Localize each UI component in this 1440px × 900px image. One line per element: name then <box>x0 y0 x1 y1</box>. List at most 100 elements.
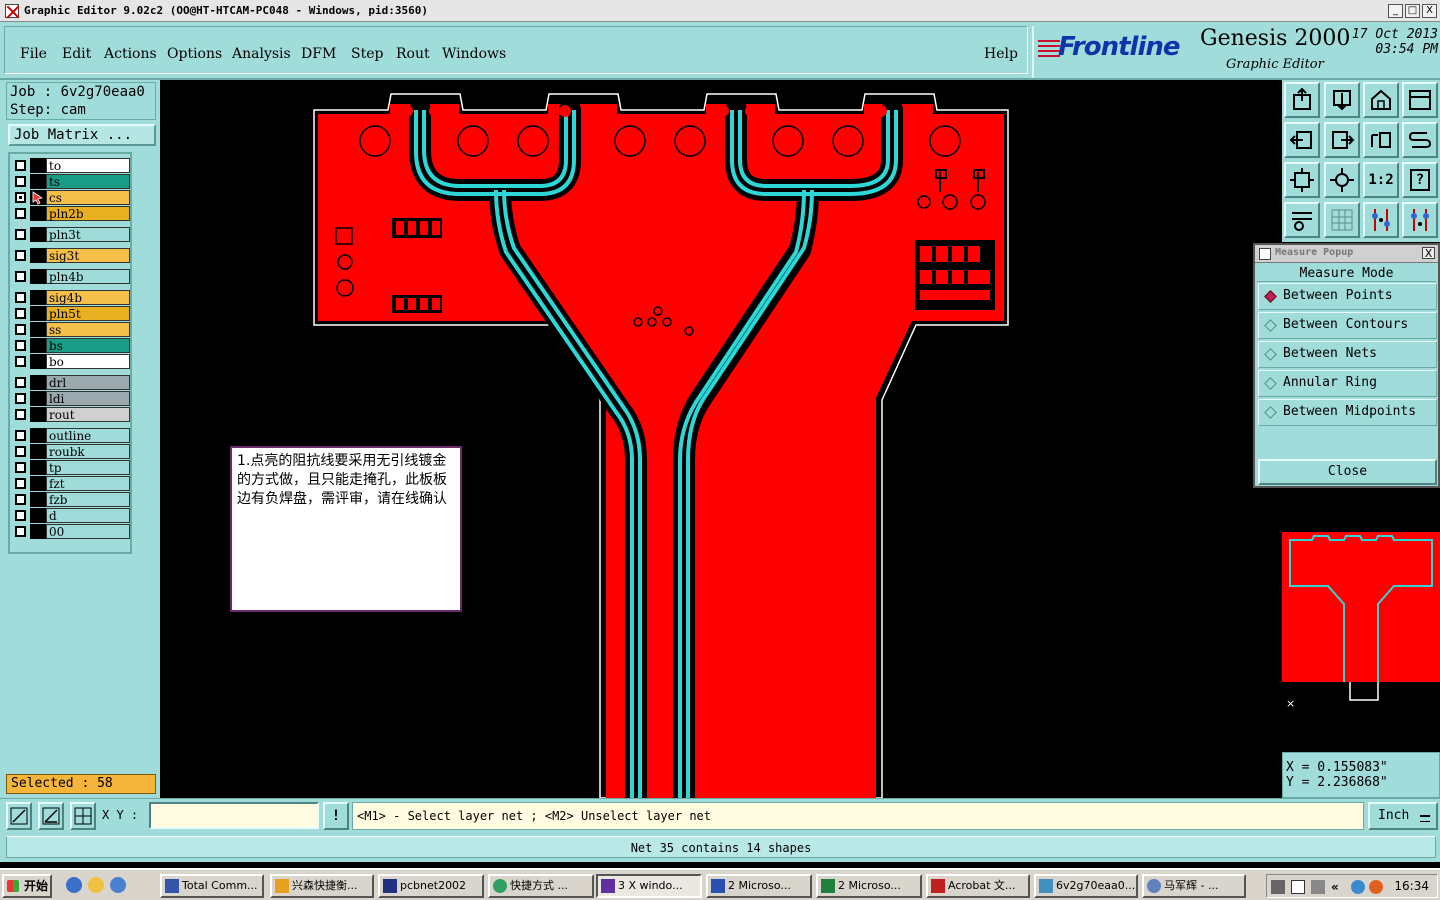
task-word[interactable]: 2 Microso... <box>706 874 812 898</box>
pan-left-tool[interactable] <box>1284 122 1320 158</box>
volume-icon[interactable] <box>1311 880 1325 894</box>
task-total-commander[interactable]: Total Comm... <box>160 874 264 898</box>
layer-checkbox[interactable] <box>15 478 26 489</box>
zoom-center-tool[interactable] <box>1324 162 1360 198</box>
option-between-contours[interactable]: Between Contours <box>1258 312 1437 339</box>
layer-checkbox[interactable] <box>15 446 26 457</box>
menu-actions[interactable]: Actions <box>104 46 157 62</box>
maximize-button[interactable]: □ <box>1405 4 1420 18</box>
task-chat[interactable]: 马军辉 - ... <box>1142 874 1246 898</box>
layer-row-pln5t[interactable]: pln5t <box>12 306 130 321</box>
layer-row-ss[interactable]: ss <box>12 322 130 337</box>
layer-row-rout[interactable]: rout <box>12 407 130 422</box>
layer-checkbox[interactable] <box>15 409 26 420</box>
option-between-nets[interactable]: Between Nets <box>1258 341 1437 368</box>
menu-help[interactable]: Help <box>984 46 1018 62</box>
layer-checkbox[interactable] <box>15 510 26 521</box>
start-button[interactable]: 开始 <box>2 874 52 898</box>
menu-options[interactable]: Options <box>167 46 222 62</box>
layer-row-outline[interactable]: outline <box>12 428 130 443</box>
layer-row-fzt[interactable]: fzt <box>12 476 130 491</box>
zoom-fit-tool[interactable] <box>1284 162 1320 198</box>
help-tool[interactable]: ? <box>1402 162 1438 198</box>
task-acrobat[interactable]: Acrobat 文... <box>926 874 1030 898</box>
zoom-home-tool[interactable] <box>1284 82 1320 118</box>
task-xingsen[interactable]: 兴森快捷衡... <box>270 874 374 898</box>
layer-checkbox[interactable] <box>15 340 26 351</box>
layer-checkbox[interactable] <box>15 229 26 240</box>
network-icon[interactable] <box>1351 880 1365 894</box>
layer-row-bs[interactable]: bs <box>12 338 130 353</box>
layer-checkbox[interactable] <box>15 377 26 388</box>
xy-input[interactable] <box>149 802 319 829</box>
layer-checkbox[interactable] <box>15 192 26 203</box>
help-tray-icon[interactable] <box>1291 880 1305 894</box>
layer-row-sig3t[interactable]: sig3t <box>12 248 130 263</box>
layer-row-roubk[interactable]: roubk <box>12 444 130 459</box>
menu-dfm[interactable]: DFM <box>301 46 336 62</box>
net-compare-tool[interactable] <box>1402 202 1438 238</box>
graphic-canvas[interactable]: 1.点亮的阻抗线要采用无引线镀金的方式做，且只能走掩孔，此板板边有负焊盘，需评审… <box>160 80 1282 798</box>
net-highlight-tool[interactable] <box>1363 202 1399 238</box>
layer-checkbox[interactable] <box>15 271 26 282</box>
layer-checkbox[interactable] <box>15 393 26 404</box>
close-window-button[interactable]: X <box>1422 4 1437 18</box>
snap-tool-button[interactable] <box>6 802 32 830</box>
layer-checkbox[interactable] <box>15 292 26 303</box>
layer-checkbox[interactable] <box>15 462 26 473</box>
layer-row-ts[interactable]: ts <box>12 174 130 189</box>
layer-checkbox[interactable] <box>15 250 26 261</box>
task-excel[interactable]: 2 Microso... <box>816 874 922 898</box>
undo-view-tool[interactable] <box>1363 122 1399 158</box>
grid-snap-button[interactable] <box>70 802 96 830</box>
option-annular-ring[interactable]: Annular Ring <box>1258 370 1437 397</box>
overview-map[interactable]: × <box>1282 532 1440 714</box>
layer-row-to[interactable]: to <box>12 158 130 173</box>
layer-row-pln4b[interactable]: pln4b <box>12 269 130 284</box>
menu-windows[interactable]: Windows <box>442 46 506 62</box>
layer-row-pln3t[interactable]: pln3t <box>12 227 130 242</box>
task-x-windows[interactable]: 3 X windo... <box>596 874 702 898</box>
layer-row-00[interactable]: 00 <box>12 524 130 539</box>
house-tool[interactable] <box>1363 82 1399 118</box>
layer-row-cs[interactable]: cs <box>12 190 130 205</box>
folder-icon[interactable] <box>88 877 104 893</box>
layer-row-ldi[interactable]: ldi <box>12 391 130 406</box>
pan-right-tool[interactable] <box>1324 122 1360 158</box>
layer-checkbox[interactable] <box>15 324 26 335</box>
layer-checkbox[interactable] <box>15 208 26 219</box>
antivirus-icon[interactable] <box>1369 880 1383 894</box>
zoom-down-tool[interactable] <box>1324 82 1360 118</box>
redraw-tool[interactable] <box>1402 122 1438 158</box>
grid-tool[interactable] <box>1324 202 1360 238</box>
option-between-points[interactable]: Between Points <box>1258 283 1437 310</box>
layer-row-drl[interactable]: drl <box>12 375 130 390</box>
chevron-left-icon[interactable]: « <box>1331 880 1345 894</box>
layer-row-d[interactable]: d <box>12 508 130 523</box>
menu-rout[interactable]: Rout <box>396 46 430 62</box>
split-view-tool[interactable] <box>1402 82 1438 118</box>
snap-angle-button[interactable] <box>38 802 64 830</box>
layer-checkbox[interactable] <box>15 160 26 171</box>
menu-edit[interactable]: Edit <box>62 46 91 62</box>
layer-checkbox[interactable] <box>15 356 26 367</box>
measure-tool[interactable] <box>1284 202 1320 238</box>
popup-close-icon[interactable]: X <box>1422 247 1435 259</box>
option-between-midpoints[interactable]: Between Midpoints <box>1258 399 1437 426</box>
layer-row-fzb[interactable]: fzb <box>12 492 130 507</box>
task-pcbnet[interactable]: pcbnet2002 <box>378 874 484 898</box>
minimize-button[interactable]: _ <box>1388 4 1403 18</box>
layer-checkbox[interactable] <box>15 430 26 441</box>
menu-analysis[interactable]: Analysis <box>232 46 291 62</box>
browser-icon[interactable] <box>110 877 126 893</box>
layer-checkbox[interactable] <box>15 494 26 505</box>
layer-row-tp[interactable]: tp <box>12 460 130 475</box>
layer-row-sig4b[interactable]: sig4b <box>12 290 130 305</box>
ie-icon[interactable] <box>66 877 82 893</box>
ratio-tool[interactable]: 1:2 <box>1363 162 1399 198</box>
info-button[interactable]: ! <box>323 802 349 830</box>
job-matrix-button[interactable]: Job Matrix ... <box>8 124 156 146</box>
menu-step[interactable]: Step <box>351 46 383 62</box>
task-shortcut[interactable]: 快捷方式 ... <box>488 874 594 898</box>
layer-checkbox[interactable] <box>15 308 26 319</box>
